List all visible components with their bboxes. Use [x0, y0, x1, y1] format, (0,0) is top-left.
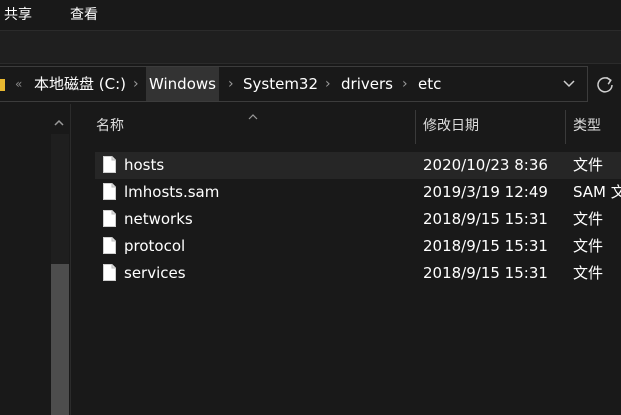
- file-type: 文件: [573, 210, 604, 228]
- table-row[interactable]: protocol 2018/9/15 15:31 文件: [95, 233, 621, 260]
- column-header-date[interactable]: 修改日期: [423, 114, 479, 138]
- table-row[interactable]: services 2018/9/15 15:31 文件: [95, 260, 621, 287]
- column-headers: 名称 修改日期 类型: [71, 104, 621, 148]
- breadcrumb-drivers[interactable]: drivers: [338, 67, 396, 101]
- breadcrumb-separator-icon[interactable]: ›: [133, 67, 139, 101]
- file-icon: [103, 156, 116, 173]
- navigation-pane: [0, 104, 70, 415]
- file-name: networks: [124, 210, 193, 228]
- chevron-up-icon[interactable]: [52, 114, 66, 126]
- chevron-down-icon[interactable]: [561, 75, 577, 93]
- file-icon: [103, 210, 116, 227]
- breadcrumb-separator-icon[interactable]: ›: [325, 67, 331, 101]
- file-icon: [103, 237, 116, 254]
- sort-ascending-icon: [247, 106, 259, 120]
- file-name: hosts: [124, 156, 165, 174]
- file-icon: [103, 264, 116, 281]
- folder-icon: [0, 79, 5, 91]
- file-date: 2018/9/15 15:31: [423, 237, 548, 255]
- breadcrumb-system32[interactable]: System32: [240, 67, 321, 101]
- file-rows: hosts 2020/10/23 8:36 文件 lmhosts.sam 201…: [95, 152, 621, 287]
- file-type: SAM 文: [573, 183, 621, 201]
- file-name: lmhosts.sam: [124, 183, 220, 201]
- file-list: 名称 修改日期 类型 hosts 2020/10/23 8:36 文件 lmho…: [71, 104, 621, 415]
- refresh-icon[interactable]: [594, 74, 616, 96]
- column-resize-handle[interactable]: [415, 110, 416, 144]
- file-date: 2019/3/19 12:49: [423, 183, 548, 201]
- breadcrumb-windows[interactable]: Windows: [146, 67, 219, 101]
- column-resize-handle[interactable]: [565, 110, 566, 144]
- breadcrumb-separator-icon[interactable]: ›: [228, 67, 234, 101]
- file-type: 文件: [573, 264, 604, 282]
- address-bar[interactable]: « 本地磁盘 (C:) › Windows › System32 › drive…: [0, 66, 588, 102]
- ribbon-band: [0, 30, 621, 64]
- breadcrumb-etc[interactable]: etc: [415, 67, 444, 101]
- breadcrumb-local-disk[interactable]: 本地磁盘 (C:): [31, 67, 129, 101]
- navigation-scrollbar-thumb[interactable]: [51, 264, 69, 415]
- file-icon: [103, 183, 116, 200]
- table-row[interactable]: networks 2018/9/15 15:31 文件: [95, 206, 621, 233]
- column-header-type[interactable]: 类型: [573, 114, 601, 138]
- file-date: 2018/9/15 15:31: [423, 210, 548, 228]
- file-type: 文件: [573, 156, 604, 174]
- tab-view[interactable]: 查看: [70, 4, 98, 26]
- breadcrumb-separator-icon[interactable]: ›: [402, 67, 408, 101]
- file-date: 2020/10/23 8:36: [423, 156, 548, 174]
- breadcrumb-overflow-button[interactable]: «: [15, 75, 22, 93]
- table-row[interactable]: lmhosts.sam 2019/3/19 12:49 SAM 文: [95, 179, 621, 206]
- tab-share[interactable]: 共享: [4, 4, 32, 26]
- file-date: 2018/9/15 15:31: [423, 264, 548, 282]
- table-row[interactable]: hosts 2020/10/23 8:36 文件: [95, 152, 621, 179]
- file-type: 文件: [573, 237, 604, 255]
- ribbon-tab-strip: 共享 查看: [0, 0, 621, 30]
- file-name: services: [124, 264, 186, 282]
- file-explorer-window: 共享 查看 « 本地磁盘 (C:) › Windows › System32 ›…: [0, 0, 621, 415]
- file-name: protocol: [124, 237, 186, 255]
- column-header-name[interactable]: 名称: [96, 114, 124, 138]
